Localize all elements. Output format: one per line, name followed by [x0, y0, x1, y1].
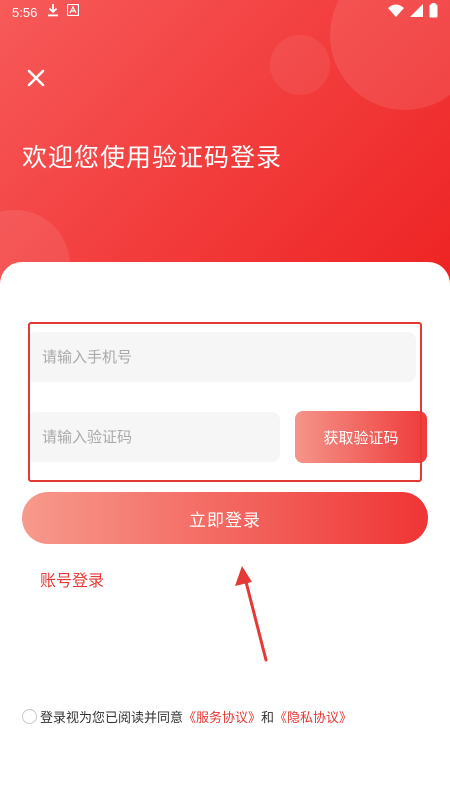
signal-icon: [410, 3, 423, 21]
agreement-text: 登录视为您已阅读并同意: [40, 711, 184, 726]
battery-icon: [429, 2, 438, 22]
service-agreement-link[interactable]: 《服务协议》: [183, 707, 261, 726]
annotation-arrow-icon: [235, 566, 268, 662]
agreement-row: 登录视为您已阅读并同意 《服务协议》 和 《隐私协议》: [22, 707, 352, 726]
wifi-icon: [388, 4, 404, 21]
font-app-icon: [67, 3, 80, 20]
agreement-connector: 和: [261, 711, 275, 726]
privacy-agreement-link[interactable]: 《隐私协议》: [274, 707, 352, 726]
account-login-link[interactable]: 账号登录: [40, 567, 104, 591]
decorative-circle: [270, 35, 330, 95]
status-time: 5:56: [12, 4, 38, 20]
agreement-radio[interactable]: [22, 709, 37, 724]
page-title: 欢迎您使用验证码登录: [22, 143, 283, 172]
download-icon: [47, 3, 59, 21]
login-button[interactable]: 立即登录: [22, 492, 428, 544]
status-bar: 5:56: [0, 0, 450, 24]
close-button[interactable]: [24, 66, 48, 90]
close-icon: [24, 69, 48, 94]
annotation-highlight-box: [28, 322, 422, 482]
